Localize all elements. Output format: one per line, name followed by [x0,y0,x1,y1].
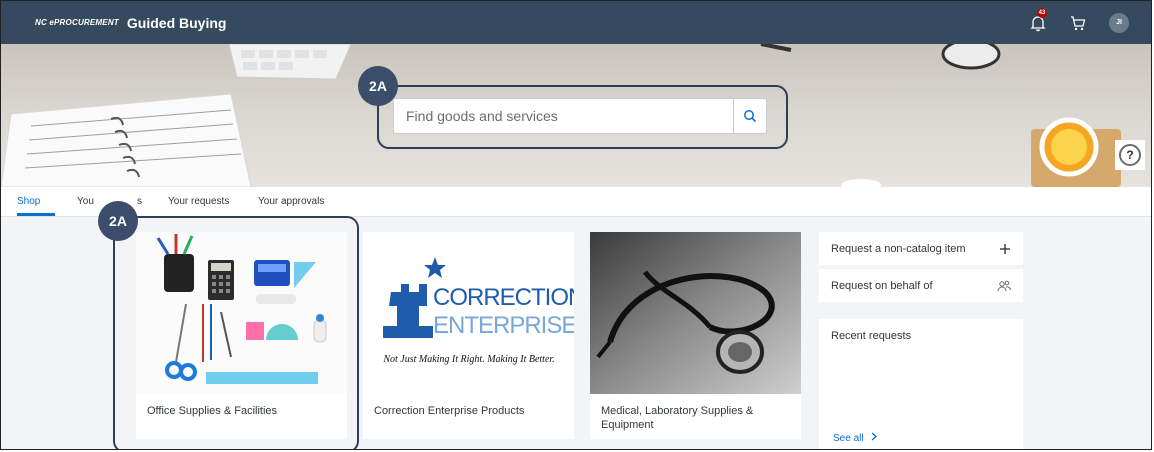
cart-button[interactable] [1069,14,1087,32]
chevron-right-icon [871,432,878,441]
request-non-catalog-item[interactable]: Request a non-catalog item [819,232,1023,265]
request-on-behalf-of[interactable]: Request on behalf of [819,269,1023,302]
plus-icon [1000,243,1010,254]
shell-actions: 43 JI [1029,1,1129,44]
recent-requests-panel: Recent requests See all [819,319,1023,449]
brand-logo[interactable]: NC ePROCUREMENT [35,18,119,27]
tab-your-carts-suffix[interactable]: s [137,196,142,207]
tab-your-carts-prefix[interactable]: You [77,196,94,207]
keyboard-image [228,44,352,80]
tab-bar: Shop You s Your requests Your approvals [1,187,1151,217]
active-tab-indicator [17,213,55,216]
stethoscope-image [590,232,801,394]
help-button[interactable]: ? [1115,140,1145,170]
callout-badge-search: 2A [358,66,398,106]
logo-tagline: Not Just Making It Right. Making It Bett… [383,354,555,365]
category-card-correction-enterprise[interactable]: CORRECTION ENTERPRISES Not Just Making I… [363,232,574,439]
non-catalog-label: Request a non-catalog item [831,242,966,255]
notification-badge: 43 [1037,7,1047,18]
notebook-image [1,93,252,187]
category-card-medical[interactable]: Medical, Laboratory Supplies & Equipment [590,232,801,439]
tab-shop[interactable]: Shop [17,196,40,207]
user-group-icon [997,280,1011,291]
correction-enterprises-logo: CORRECTION ENTERPRISES Not Just Making I… [363,232,574,394]
see-all-label: See all [833,433,864,444]
shell-bar: NC ePROCUREMENT Guided Buying 43 JI [1,1,1151,44]
app-frame: NC ePROCUREMENT Guided Buying 43 JI Find… [0,0,1152,450]
callout-box-category [113,216,359,449]
on-behalf-label: Request on behalf of [831,279,933,292]
cart-icon [1071,15,1086,30]
logo-line-1: CORRECTION [433,284,574,311]
notifications-button[interactable]: 43 [1029,7,1047,32]
see-all-link[interactable]: See all [833,432,878,444]
callout-box-search [377,85,788,149]
tab-your-requests[interactable]: Your requests [168,196,229,207]
tab-your-approvals[interactable]: Your approvals [258,196,324,207]
recent-requests-title: Recent requests [831,330,912,342]
callout-badge-category: 2A [98,201,138,241]
logo-line-2: ENTERPRISES [433,312,574,339]
card-label-medical: Medical, Laboratory Supplies & Equipment [601,405,754,431]
help-icon: ? [1119,144,1141,166]
user-avatar[interactable]: JI [1109,12,1129,33]
app-title: Guided Buying [126,14,227,31]
card-label-correction-enterprise: Correction Enterprise Products [374,405,525,417]
